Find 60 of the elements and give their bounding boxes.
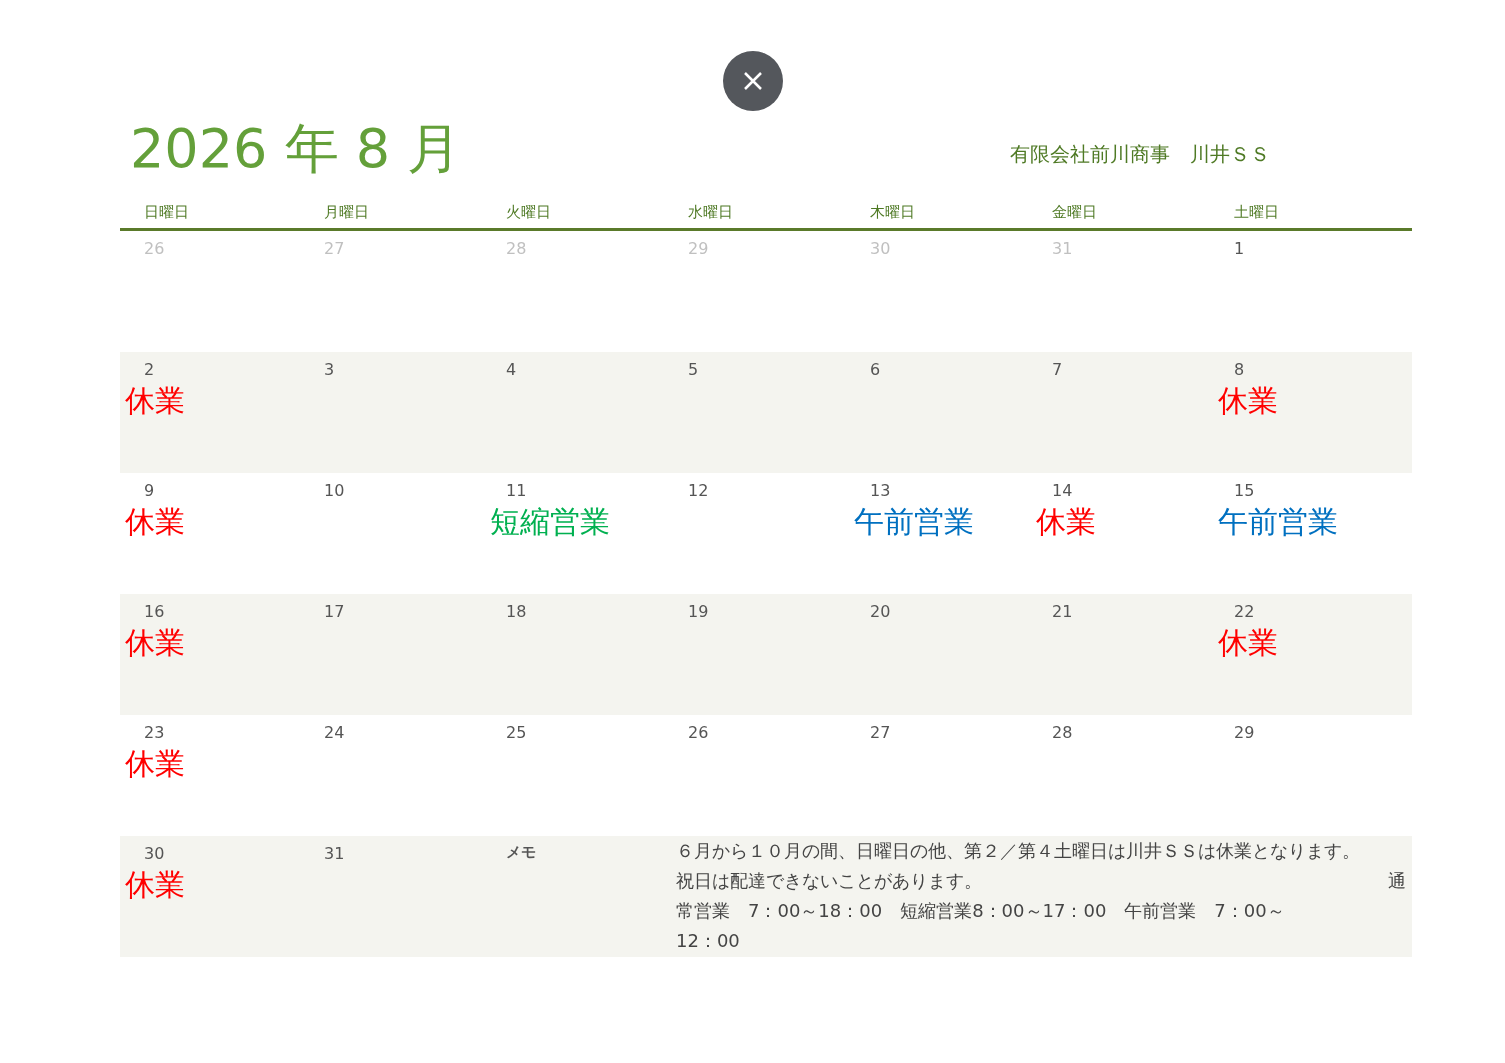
- day-number: 7: [1052, 359, 1063, 380]
- day-number: 29: [1234, 722, 1255, 743]
- status-label: 休業: [125, 383, 185, 418]
- day-number: 30: [144, 843, 165, 864]
- weekday-header: 木曜日: [870, 202, 916, 223]
- day-number: 31: [324, 843, 345, 864]
- day-number: 19: [688, 601, 709, 622]
- day-number: 1: [1234, 238, 1245, 259]
- day-number: 26: [144, 238, 165, 259]
- weekday-header: 金曜日: [1052, 202, 1098, 223]
- day-number: 2: [144, 359, 155, 380]
- day-number: 29: [688, 238, 709, 259]
- day-number: 8: [1234, 359, 1245, 380]
- weekday-header: 火曜日: [506, 202, 552, 223]
- day-number: 22: [1234, 601, 1255, 622]
- weekday-header: 日曜日: [144, 202, 190, 223]
- status-label: 休業: [125, 504, 185, 539]
- status-label: 午前営業: [1218, 504, 1338, 539]
- day-number: 4: [506, 359, 517, 380]
- weekday-header: 月曜日: [324, 202, 370, 223]
- day-number: 25: [506, 722, 527, 743]
- day-number: 27: [324, 238, 345, 259]
- day-number: 13: [870, 480, 891, 501]
- status-label: 休業: [1218, 383, 1278, 418]
- day-number: 28: [506, 238, 527, 259]
- day-number: 9: [144, 480, 155, 501]
- day-number: 11: [506, 480, 527, 501]
- memo-text: ６月から１０月の間、日曜日の他、第２／第４土曜日は川井ＳＳは休業となります。 祝日は配達できないことがあります。 通 常営業 7：00～18：00 短縮営業8：00～17：00 午前営業 7：00～ 12：00: [676, 838, 1407, 953]
- status-label: 午前営業: [854, 504, 974, 539]
- status-label: 休業: [1036, 504, 1096, 539]
- day-number: 31: [1052, 238, 1073, 259]
- day-number: 24: [324, 722, 345, 743]
- day-number: 23: [144, 722, 165, 743]
- day-number: 6: [870, 359, 881, 380]
- day-number: 5: [688, 359, 699, 380]
- day-number: 20: [870, 601, 891, 622]
- day-number: 16: [144, 601, 165, 622]
- company-name: 有限会社前川商事 川井ＳＳ: [1010, 141, 1270, 168]
- close-icon: [742, 71, 763, 91]
- day-number: 3: [324, 359, 335, 380]
- status-label: 休業: [125, 625, 185, 660]
- status-label: 短縮営業: [490, 504, 610, 539]
- day-number: 12: [688, 480, 709, 501]
- day-number: 10: [324, 480, 345, 501]
- weekday-header: 土曜日: [1234, 202, 1280, 223]
- memo-label: メモ: [506, 842, 536, 861]
- day-number: 18: [506, 601, 527, 622]
- day-number: 26: [688, 722, 709, 743]
- day-number: 14: [1052, 480, 1073, 501]
- status-label: 休業: [125, 746, 185, 781]
- day-number: 21: [1052, 601, 1073, 622]
- day-number: 15: [1234, 480, 1255, 501]
- status-label: 休業: [125, 867, 185, 902]
- weekday-header: 水曜日: [688, 202, 734, 223]
- status-label: 休業: [1218, 625, 1278, 660]
- month-title: 2026 年 8 月: [130, 117, 462, 181]
- day-number: 27: [870, 722, 891, 743]
- day-number: 28: [1052, 722, 1073, 743]
- day-number: 17: [324, 601, 345, 622]
- day-number: 30: [870, 238, 891, 259]
